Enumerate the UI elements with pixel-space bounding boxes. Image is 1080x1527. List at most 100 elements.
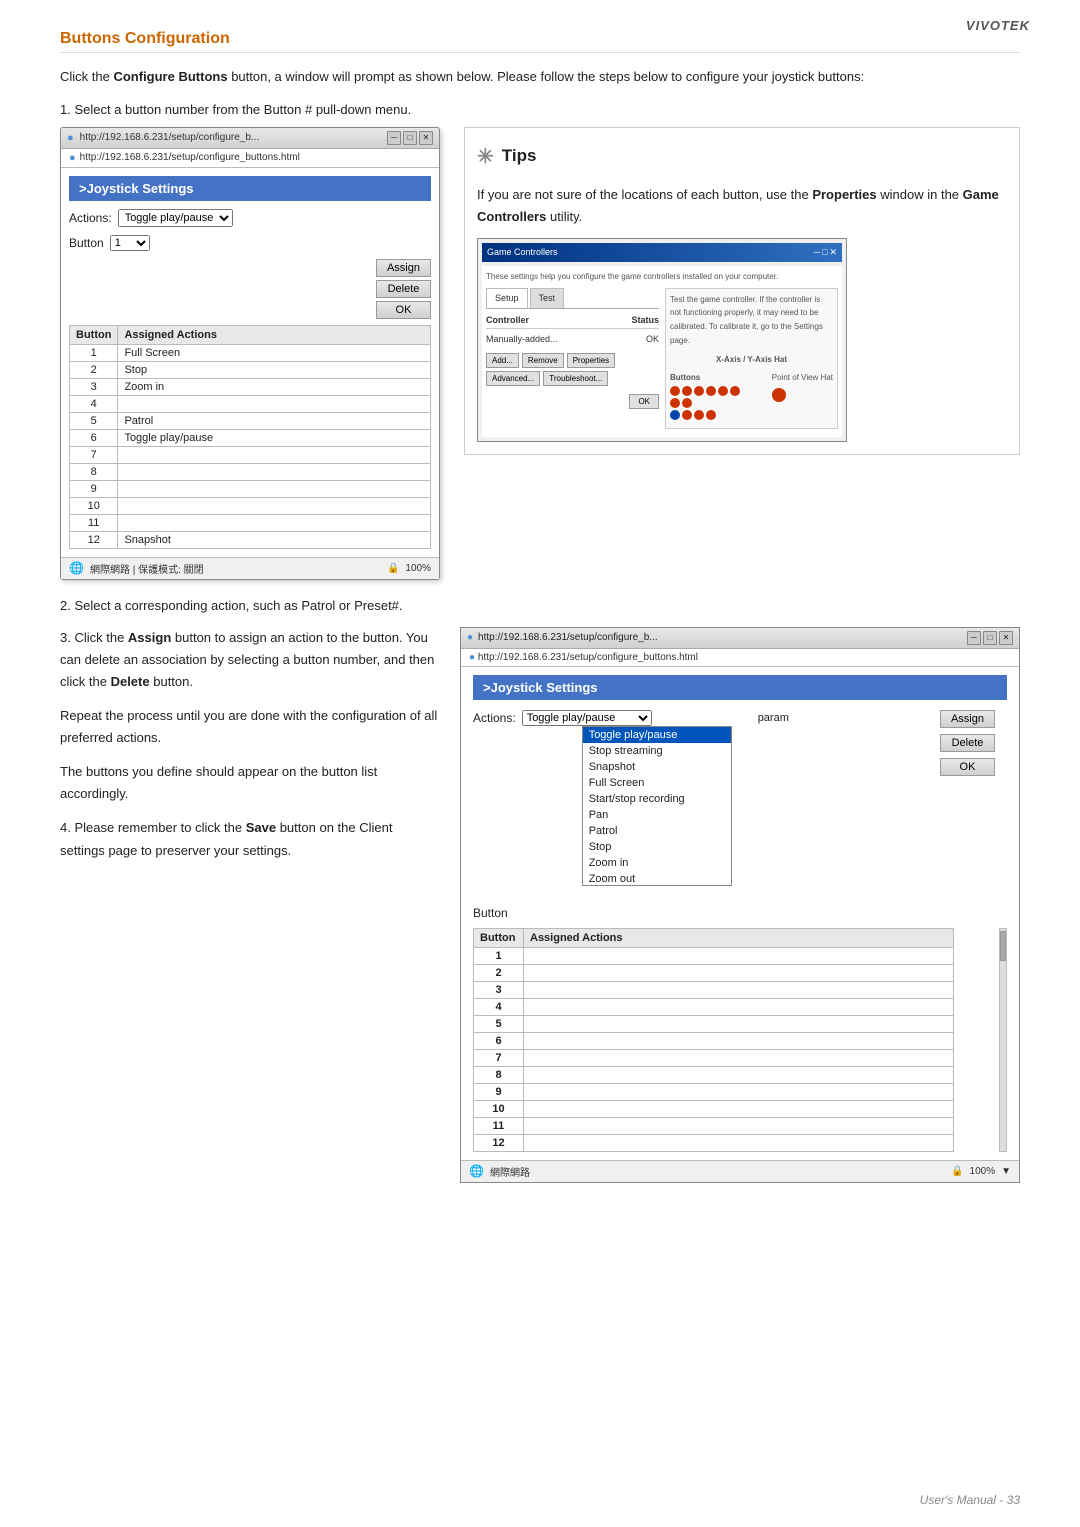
table2-btn-cell-11: 11: [474, 1117, 524, 1134]
gc-max-icon: □: [822, 245, 827, 260]
lj-actions-select[interactable]: Toggle play/pause: [522, 710, 652, 726]
gc-add-btn[interactable]: Add...: [486, 353, 519, 368]
window-controls-1: ─ □ ✕: [387, 131, 433, 145]
table2-btn-cell-6: 6: [474, 1032, 524, 1049]
table1-btn-cell-10: 10: [70, 497, 118, 514]
dd-item-6[interactable]: Patrol: [583, 823, 731, 839]
table2-row-11: 11: [474, 1117, 954, 1134]
gc-pov-section: Point of View Hat: [772, 371, 833, 403]
table2-row-2: 2: [474, 964, 954, 981]
tips-mid-text: window in the: [880, 187, 962, 202]
lj-ok-btn[interactable]: OK: [940, 758, 995, 776]
gc-tab-setup[interactable]: Setup: [486, 288, 528, 308]
gc-list-item-1: Manually-added... OK: [486, 331, 659, 348]
table2-btn-cell-3: 3: [474, 981, 524, 998]
lj-delete-btn[interactable]: Delete: [940, 734, 995, 752]
dd-item-0[interactable]: Toggle play/pause: [583, 727, 731, 743]
large-browser-icon: ●: [467, 632, 473, 643]
table1-row-9: 9: [70, 480, 431, 497]
gc-axis-label: X-Axis / Y-Axis Hat: [670, 353, 833, 367]
table1-action-cell-12: Snapshot: [118, 531, 431, 548]
gc-dots-row1: [670, 386, 750, 408]
page-footer: User's Manual - 33: [920, 1493, 1020, 1507]
table1-btn-cell-1: 1: [70, 344, 118, 361]
lj-assign-btn[interactable]: Assign: [940, 710, 995, 728]
close-btn-1[interactable]: ✕: [419, 131, 433, 145]
table1-btn-cell-2: 2: [70, 361, 118, 378]
dd-item-3[interactable]: Full Screen: [583, 775, 731, 791]
table2-action-cell-12: [524, 1134, 954, 1151]
table1-action-cell-9: [118, 480, 431, 497]
gc-remove-btn[interactable]: Remove: [522, 353, 564, 368]
gc-right-content: Test the game controller. If the control…: [665, 288, 838, 430]
dd-item-7[interactable]: Stop: [583, 839, 731, 855]
table2-row-6: 6: [474, 1032, 954, 1049]
status-icon-1: 🌐: [69, 561, 84, 575]
button-select-1[interactable]: 1 2 3: [110, 235, 150, 251]
assign-button-1[interactable]: Assign: [376, 259, 431, 277]
table1-btn-cell-11: 11: [70, 514, 118, 531]
table1-btn-cell-12: 12: [70, 531, 118, 548]
gc-ok-btn[interactable]: OK: [629, 394, 659, 409]
actions-label-1: Actions:: [69, 211, 112, 225]
lj-actions-row: Actions: Toggle play/pause Toggle play/p…: [473, 710, 1007, 726]
gc-advanced-btn[interactable]: Advanced...: [486, 371, 540, 386]
dd-item-1[interactable]: Stop streaming: [583, 743, 731, 759]
lj-btn-row: Button: [473, 906, 1007, 920]
brand-label: VIVOTEK: [966, 18, 1030, 33]
table1-action-cell-3: Zoom in: [118, 378, 431, 395]
gc-pov-label: Point of View Hat: [772, 371, 833, 385]
dd-item-9[interactable]: Zoom out: [583, 871, 731, 886]
dd-item-2[interactable]: Snapshot: [583, 759, 731, 775]
table1-action-cell-2: Stop: [118, 361, 431, 378]
step3-prefix: 3. Click the: [60, 630, 128, 645]
table1-row-10: 10: [70, 497, 431, 514]
table2-btn-cell-7: 7: [474, 1049, 524, 1066]
tips-box: ✳ Tips If you are not sure of the locati…: [464, 127, 1020, 456]
step3-para: 3. Click the Assign button to assign an …: [60, 627, 440, 693]
table2-btn-cell-1: 1: [474, 947, 524, 964]
dd-item-5[interactable]: Pan: [583, 807, 731, 823]
gc-btn-dot-8: [682, 398, 692, 408]
browser-title-1: http://192.168.6.231/setup/configure_b..…: [80, 132, 381, 143]
gc-tab-test[interactable]: Test: [530, 288, 565, 308]
gc-btn-dot-11: [694, 410, 704, 420]
intro-paragraph: Click the Configure Buttons button, a wi…: [60, 67, 1020, 88]
lj-scrollthumb[interactable]: [1000, 931, 1006, 961]
gc-content-row: Setup Test Controller Status Manually-ad…: [486, 288, 838, 430]
table1-row-4: 4: [70, 395, 431, 412]
actions-select-1[interactable]: Toggle play/pause: [118, 209, 233, 227]
dd-item-8[interactable]: Zoom in: [583, 855, 731, 871]
large-maximize-btn[interactable]: □: [983, 631, 997, 645]
large-close-btn[interactable]: ✕: [999, 631, 1013, 645]
status-text-2: 網際網路: [490, 1164, 530, 1179]
step2-text: 2. Select a corresponding action, such a…: [60, 598, 1020, 613]
table2-btn-cell-5: 5: [474, 1015, 524, 1032]
table1-action-cell-4: [118, 395, 431, 412]
large-minimize-btn[interactable]: ─: [967, 631, 981, 645]
table2-btn-cell-12: 12: [474, 1134, 524, 1151]
minimize-btn-1[interactable]: ─: [387, 131, 401, 145]
lj-dropdown-open: Toggle play/pause Stop streaming Snapsho…: [582, 726, 732, 886]
button-row-1: Button 1 2 3: [69, 235, 431, 251]
gc-btn-dot-7: [670, 398, 680, 408]
ok-button-1[interactable]: OK: [376, 301, 431, 319]
maximize-btn-1[interactable]: □: [403, 131, 417, 145]
dd-item-4[interactable]: Start/stop recording: [583, 791, 731, 807]
gc-troubleshoot-btn[interactable]: Troubleshoot...: [543, 371, 608, 386]
browser-addressbar-1: ● http://192.168.6.231/setup/configure_b…: [61, 149, 439, 168]
table1-row-1: 1Full Screen: [70, 344, 431, 361]
gc-btn-dot-10: [682, 410, 692, 420]
gc-left-panel: Setup Test Controller Status Manually-ad…: [486, 288, 659, 409]
tips-title: Tips: [502, 142, 537, 171]
delete-button-1[interactable]: Delete: [376, 280, 431, 298]
gc-desc: These settings help you configure the ga…: [486, 270, 838, 284]
section-title: Buttons Configuration: [60, 30, 1020, 53]
gc-properties-btn[interactable]: Properties: [567, 353, 615, 368]
browser-icon-1: ●: [67, 132, 74, 144]
table1-row-8: 8: [70, 463, 431, 480]
table1-action-cell-6: Toggle play/pause: [118, 429, 431, 446]
step1-text: 1. Select a button number from the Butto…: [60, 102, 1020, 117]
lj-scrollbar[interactable]: [999, 928, 1007, 1152]
gc-title: Game Controllers: [487, 245, 558, 260]
